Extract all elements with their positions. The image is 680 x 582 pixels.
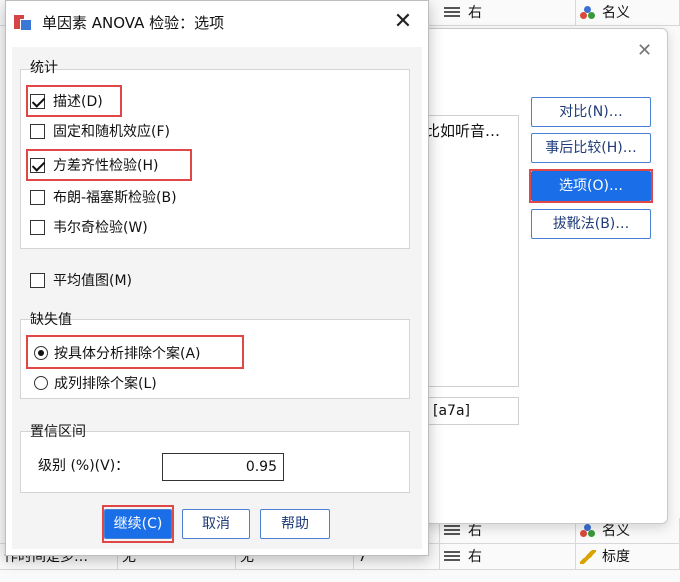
checkbox-icon [30, 123, 45, 139]
help-button[interactable]: 帮助 [260, 509, 330, 539]
statistics-group-label: 统计 [30, 60, 58, 76]
spss-app-icon [14, 13, 34, 33]
checkbox-icon [30, 219, 45, 235]
dialog-titlebar: 单因素 ANOVA 检验：选项 ✕ [6, 1, 428, 45]
contrasts-button[interactable]: 对比(N)… [531, 97, 651, 127]
checkbox-icon [30, 189, 45, 205]
dialog-title: 单因素 ANOVA 检验：选项 [42, 14, 225, 32]
brown-forsythe-checkbox[interactable]: 布朗-福塞斯检验(B) [30, 185, 177, 211]
bootstrap-button[interactable]: 拔靴法(B)… [531, 209, 651, 239]
factor-field[interactable]: [a7a] [419, 397, 519, 425]
measure-cell[interactable]: 名义 [576, 0, 680, 26]
fixed-random-effects-checkbox[interactable]: 固定和随机效应(F) [30, 119, 170, 145]
cancel-button[interactable]: 取消 [182, 509, 250, 539]
checkbox-icon [30, 272, 45, 288]
post-hoc-button[interactable]: 事后比较(H)… [531, 133, 651, 163]
close-icon[interactable]: ✕ [637, 42, 653, 60]
close-icon[interactable]: ✕ [392, 11, 414, 33]
nominal-icon [580, 524, 596, 538]
align-right-icon [444, 7, 460, 19]
dialog-titlebar [419, 29, 667, 77]
measure-cell[interactable]: 标度 [576, 544, 680, 570]
dependent-list[interactable]: 比如听音… [419, 115, 519, 387]
confidence-interval-group-label: 置信区间 [30, 424, 86, 440]
exclude-listwise-radio[interactable]: 成列排除个案(L) [34, 371, 157, 397]
confidence-level-input[interactable]: 0.95 [162, 453, 284, 481]
descriptive-checkbox[interactable]: 描述(D) [30, 89, 103, 115]
scale-ruler-icon [580, 550, 596, 564]
level-label: 级别 (%)(V)： [38, 458, 130, 474]
checkbox-checked-icon [30, 157, 45, 173]
options-button[interactable]: 选项(O)… [531, 171, 651, 201]
options-dialog: 单因素 ANOVA 检验：选项 ✕ 统计 描述(D) 固定和随机效应(F) 方差… [5, 0, 429, 556]
means-plot-checkbox[interactable]: 平均值图(M) [30, 268, 132, 294]
continue-button[interactable]: 继续(C) [104, 509, 172, 539]
welch-checkbox[interactable]: 韦尔奇检验(W) [30, 215, 148, 241]
anova-main-dialog: ✕ 比如听音… [a7a] 对比(N)… 事后比较(H)… 选项(O)… 拔靴法… [418, 28, 668, 524]
align-right-icon [444, 551, 460, 563]
align-cell[interactable]: 右 [440, 544, 576, 570]
radio-icon [34, 376, 48, 390]
align-cell[interactable]: 右 [440, 0, 576, 26]
checkbox-checked-icon [30, 93, 45, 109]
radio-selected-icon [34, 346, 48, 360]
align-right-icon [444, 525, 460, 537]
homogeneity-test-checkbox[interactable]: 方差齐性检验(H) [30, 153, 158, 179]
missing-values-group-label: 缺失值 [30, 312, 72, 328]
exclude-analysis-radio[interactable]: 按具体分析排除个案(A) [34, 341, 201, 367]
nominal-icon [580, 6, 596, 20]
